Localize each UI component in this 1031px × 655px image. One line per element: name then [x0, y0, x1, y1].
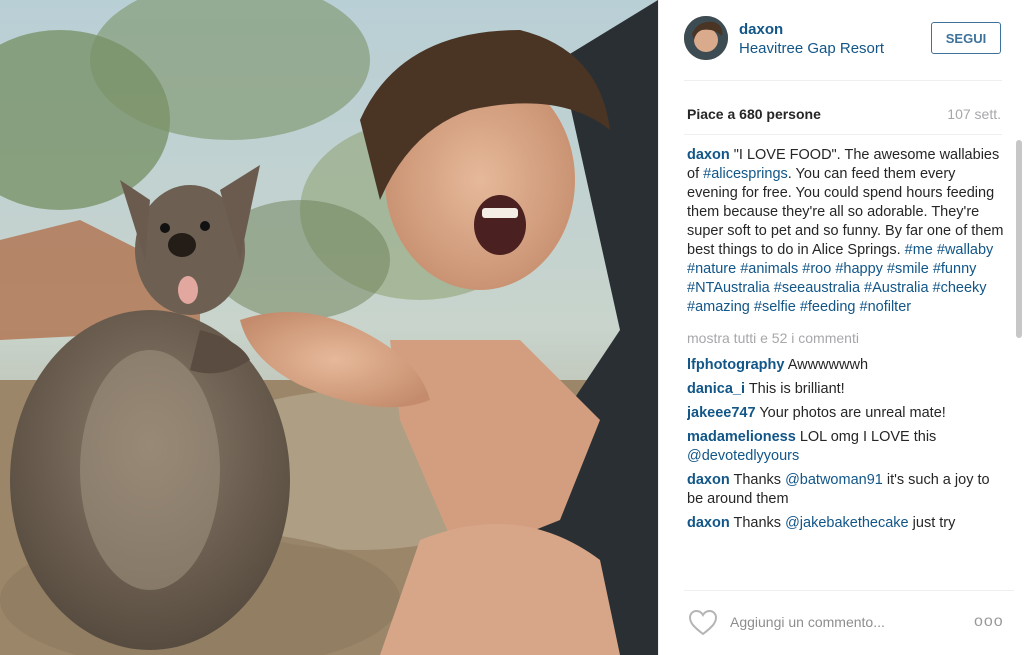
post-details-panel: daxon Heavitree Gap Resort SEGUI Piace a… [658, 0, 1031, 655]
heart-icon-shape [688, 609, 718, 636]
comment-text: Thanks [733, 472, 786, 488]
comment-username[interactable]: madamelioness [687, 429, 796, 445]
wallaby-selfie-image [0, 0, 658, 655]
show-all-comments-link[interactable]: mostra tutti e 52 i commenti [687, 329, 1007, 348]
comment-username[interactable]: lfphotography [687, 357, 784, 373]
comment-text: LOL omg I LOVE this [799, 429, 937, 445]
comment-item: danica_i This is brilliant! [687, 380, 1007, 399]
divider [684, 134, 1002, 135]
comment-item: lfphotography Awwwwwwh [687, 356, 1007, 375]
scrollbar-thumb[interactable] [1016, 140, 1022, 338]
post-timestamp[interactable]: 107 sett. [947, 106, 1001, 122]
comment-item: madamelioness LOL omg I LOVE this @devot… [687, 428, 1007, 466]
mention-link[interactable]: @devotedlyyours [687, 448, 799, 464]
comment-item: jakeee747 Your photos are unreal mate! [687, 404, 1007, 423]
post-photo[interactable] [0, 0, 658, 655]
hashtag-link[interactable]: #alicesprings [703, 166, 788, 182]
comment-text: just try [908, 515, 956, 531]
comment-username[interactable]: jakeee747 [687, 405, 756, 421]
follow-button[interactable]: SEGUI [931, 22, 1001, 54]
comment-text: Awwwwwwh [787, 357, 869, 373]
avatar-image [684, 16, 728, 60]
comment-item: daxon Thanks @batwoman91 it's such a joy… [687, 471, 1007, 509]
more-options-icon[interactable]: ooo [974, 613, 1004, 631]
comments-scrollbar[interactable] [1016, 140, 1022, 580]
add-comment-input[interactable] [728, 607, 962, 637]
comments-list: daxon "I LOVE FOOD". The awesome wallabi… [687, 146, 1007, 580]
caption: daxon "I LOVE FOOD". The awesome wallabi… [687, 146, 1007, 317]
likes-count[interactable]: Piace a 680 persone [687, 106, 821, 122]
comment-text: Thanks [733, 515, 786, 531]
comment-text: Your photos are unreal mate! [759, 405, 946, 421]
post-header: daxon Heavitree Gap Resort SEGUI [684, 14, 1002, 81]
mention-link[interactable]: @jakebakethecake [785, 515, 909, 531]
comment-item: daxon Thanks @jakebakethecake just try [687, 514, 1007, 533]
comment-username[interactable]: danica_i [687, 381, 745, 397]
location-link[interactable]: Heavitree Gap Resort [739, 40, 884, 57]
caption-username[interactable]: daxon [687, 147, 730, 163]
heart-icon[interactable] [688, 609, 718, 637]
comment-username[interactable]: daxon [687, 472, 730, 488]
mention-link[interactable]: @batwoman91 [785, 472, 883, 488]
username-link[interactable]: daxon [739, 21, 783, 38]
comment-footer: ooo [684, 590, 1014, 641]
avatar[interactable] [684, 16, 728, 60]
comment-text: This is brilliant! [748, 381, 845, 397]
comment-username[interactable]: daxon [687, 515, 730, 531]
